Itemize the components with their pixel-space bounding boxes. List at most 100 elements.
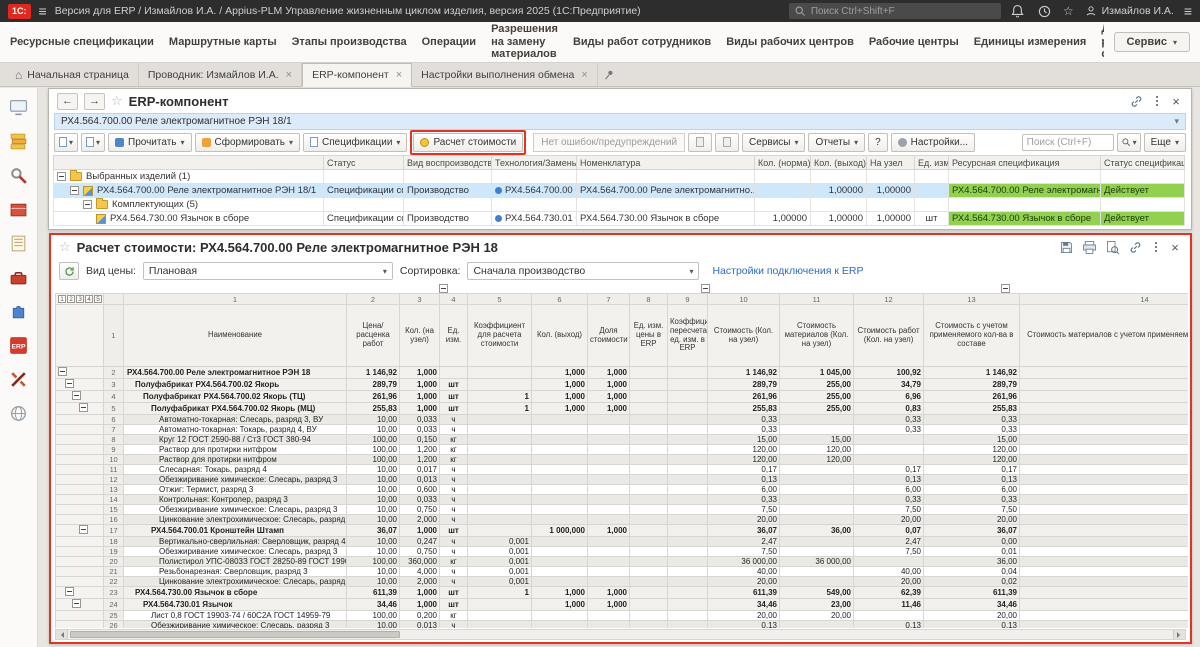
cell[interactable] [629,610,668,621]
functions-menu-icon[interactable]: ≡ [1184,3,1192,19]
column-header[interactable]: Стоимость с учетом применяемого кол-ва в… [923,304,1020,367]
row-number[interactable]: 19 [103,546,124,557]
tab[interactable]: ⌂ Начальная страница [6,63,139,86]
cell[interactable]: 0,600 [399,484,440,495]
cell[interactable]: 20,00 [923,514,1020,525]
cell[interactable]: Обезжиривание химическое: Слесарь, разря… [123,504,347,515]
cell[interactable]: 1,000 [587,390,630,403]
cell[interactable]: 0,001 [467,546,532,557]
cell[interactable] [853,610,924,621]
table-row[interactable]: 2 РХ4.564.700.00 Реле электромагнитное РЭ… [55,366,1188,379]
cell[interactable] [629,454,668,465]
expander-icon[interactable] [57,172,66,181]
cell[interactable]: 7,50 [923,504,1020,515]
cell[interactable]: кг [439,454,468,465]
cell[interactable] [667,484,708,495]
group-level-button[interactable]: 3 [76,294,84,303]
cell[interactable] [1019,524,1188,537]
get-link-icon[interactable] [1127,239,1144,256]
cell[interactable]: 10,00 [346,620,400,628]
cell[interactable]: 0,247 [399,536,440,547]
cell[interactable] [587,464,630,475]
cell[interactable]: 120,00 [923,454,1020,465]
cell[interactable] [467,598,532,611]
cell[interactable]: 6,00 [853,484,924,495]
cell[interactable]: 0,83 [853,402,924,415]
cell[interactable]: 0,750 [399,504,440,515]
sidebar-item-erp-icon[interactable]: ERP [8,335,29,356]
table-row[interactable]: 10 Раствор для протирки нитфром 100,00 1,20… [55,454,1188,465]
cell[interactable]: РХ4.564.730.00 Язычок в сборе [53,211,324,226]
sidebar-item-toolbox-icon[interactable] [8,267,29,288]
table-row[interactable]: Комплектующих (5) [53,197,1185,212]
cell[interactable]: 1 045,00 [779,366,854,379]
table-row[interactable]: 21 Резьбонарезная: Сверловщик, разряд 3 10… [55,566,1188,577]
cell[interactable]: 2 [1019,390,1188,403]
cell[interactable] [1019,424,1188,435]
menu-item[interactable]: Дополнительные реквизиты и сведения [1101,23,1103,61]
cell[interactable] [629,586,668,599]
cell[interactable]: 7,50 [707,546,780,557]
cell[interactable] [1019,556,1188,567]
more-menu-icon[interactable] [1151,93,1163,110]
cell[interactable] [629,484,668,495]
menu-item[interactable]: Рабочие центры [869,36,959,48]
path-dropdown-icon[interactable]: ▾ [1174,116,1179,127]
menu-item[interactable]: Виды рабочих центров [726,36,854,48]
row-number[interactable]: 24 [103,598,124,611]
table-row[interactable]: 3 Полуфабрикат РХ4.564.700.02 Якорь 289,79… [55,378,1188,391]
cell[interactable]: 36 000,00 [707,556,780,567]
cell[interactable]: 0,33 [923,494,1020,505]
favorite-star-icon[interactable]: ☆ [59,239,71,255]
cell[interactable]: 0,04 [923,566,1020,577]
cell[interactable] [587,414,630,425]
create-button[interactable]: ▾ [54,132,78,152]
cell[interactable] [531,514,588,525]
cell[interactable] [1100,197,1185,212]
cell[interactable]: 20,00 [707,514,780,525]
cell[interactable] [779,514,854,525]
cell[interactable]: 100,92 [853,366,924,379]
cell[interactable] [810,197,867,212]
cell[interactable]: 1 0 [1019,366,1188,379]
sort-select[interactable]: Сначала производство ▾ [467,262,700,280]
cell[interactable]: Спецификации сфо... [323,183,404,198]
cell[interactable]: 1,00000 [810,183,867,198]
cell[interactable] [779,464,854,475]
cell[interactable]: 4,000 [399,566,440,577]
selection-path-field[interactable]: РХ4.564.700.00 Реле электромагнитное РЭН… [54,113,1186,130]
cell[interactable]: кг [439,444,468,455]
cell[interactable]: 2 [1019,378,1188,391]
table-row[interactable]: Выбранных изделий (1) [53,169,1185,184]
column-group-collapse-icon[interactable] [439,284,448,293]
column-header[interactable]: Стоимость материалов (Кол. на узел) [779,304,854,367]
cell[interactable]: 100,00 [346,610,400,621]
cell[interactable]: 1,000 [531,390,588,403]
cell[interactable] [779,474,854,485]
cell[interactable] [667,524,708,537]
group-level-button[interactable]: 1 [58,294,66,303]
cell[interactable] [667,390,708,403]
column-header[interactable]: Стоимость материалов с учетом применяемо… [1019,304,1188,367]
cell[interactable]: 0,001 [467,556,532,567]
cell[interactable] [629,424,668,435]
cell[interactable] [779,546,854,557]
menu-item[interactable]: Маршрутные карты [169,36,277,48]
expander-icon[interactable] [70,186,79,195]
cell[interactable] [754,197,811,212]
column-header[interactable]: Ед. изм. [439,304,468,367]
cell[interactable] [531,464,588,475]
cell[interactable]: 2,000 [399,514,440,525]
close-icon[interactable]: × [286,69,292,81]
cell[interactable]: ч [439,414,468,425]
cell[interactable]: 100,00 [346,556,400,567]
table-row[interactable]: 8 Круг 12 ГОСТ 2590-88 / Ст3 ГОСТ 380-94 1… [55,434,1188,445]
cell[interactable]: 40,00 [707,566,780,577]
cell[interactable] [531,504,588,515]
column-number[interactable]: 6 [531,293,588,305]
table-row[interactable]: 18 Вертикально-сверлильная: Сверловщик, р… [55,536,1188,547]
cell[interactable]: 1 [467,402,532,415]
cell[interactable] [1019,444,1188,455]
row-number[interactable]: 6 [103,414,124,425]
prev-error-button[interactable] [688,132,713,152]
